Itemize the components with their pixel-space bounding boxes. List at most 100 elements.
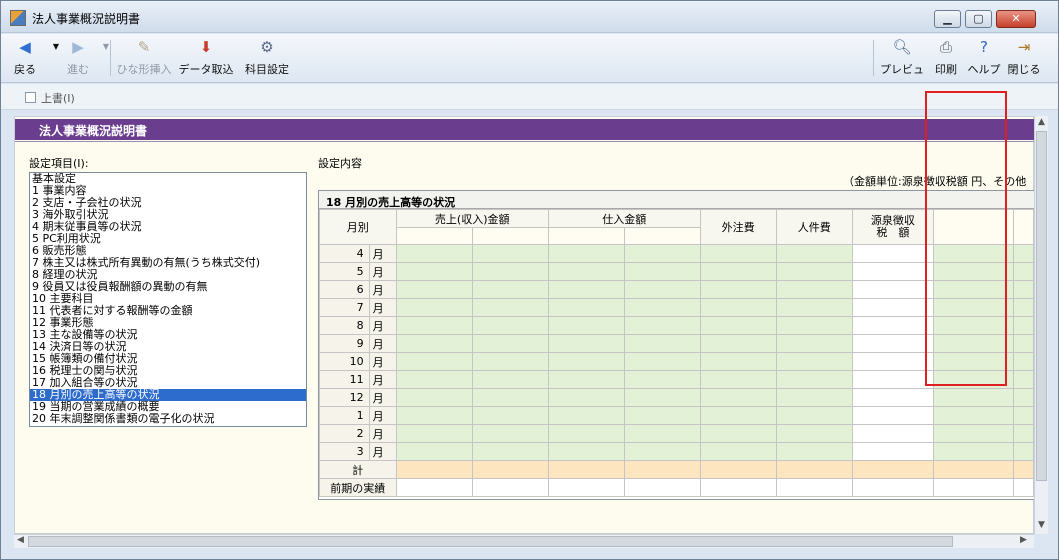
withholding-cell[interactable]	[851, 370, 935, 389]
purchase-cell[interactable]	[547, 352, 625, 371]
outsourcing-cell[interactable]	[699, 442, 777, 461]
extra-cell[interactable]	[932, 442, 1015, 461]
extra-cell-2[interactable]	[1013, 442, 1034, 461]
purchase-cell[interactable]	[623, 262, 701, 281]
extra-cell[interactable]	[932, 244, 1015, 263]
purchase-cell[interactable]	[623, 298, 701, 317]
withholding-cell[interactable]	[851, 334, 935, 353]
purchase-cell[interactable]	[547, 406, 625, 425]
purchase-cell[interactable]	[547, 244, 625, 263]
outsourcing-cell[interactable]	[699, 316, 777, 335]
extra-cell-2[interactable]	[1013, 316, 1034, 335]
personnel-cell[interactable]	[775, 316, 853, 335]
horizontal-scrollbar[interactable]: ◀ ▶	[14, 534, 1034, 548]
purchase-cell[interactable]	[623, 442, 701, 461]
overwrite-checkbox[interactable]	[25, 92, 36, 103]
previous-period-row-cell[interactable]	[395, 478, 473, 497]
total-row-cell[interactable]	[851, 460, 935, 479]
purchase-cell[interactable]	[623, 244, 701, 263]
withholding-cell[interactable]	[851, 424, 935, 443]
previous-period-row-cell[interactable]	[775, 478, 853, 497]
total-row-cell[interactable]	[775, 460, 853, 479]
purchase-cell[interactable]	[623, 388, 701, 407]
purchase-cell[interactable]	[623, 280, 701, 299]
personnel-cell[interactable]	[775, 406, 853, 425]
purchase-cell[interactable]	[547, 298, 625, 317]
withholding-cell[interactable]	[851, 280, 935, 299]
sales-cell[interactable]	[395, 280, 473, 299]
sales-cell[interactable]	[395, 370, 473, 389]
extra-cell[interactable]	[932, 262, 1015, 281]
outsourcing-cell[interactable]	[699, 244, 777, 263]
withholding-cell[interactable]	[851, 406, 935, 425]
sales-cell[interactable]	[471, 280, 549, 299]
personnel-cell[interactable]	[775, 442, 853, 461]
purchase-cell[interactable]	[623, 406, 701, 425]
extra-cell-2[interactable]	[1013, 406, 1034, 425]
vertical-scroll-thumb[interactable]	[1036, 131, 1047, 481]
preview-button[interactable]: 🔍︎ プレビュー	[877, 38, 927, 92]
print-button[interactable]: ⎙ 印刷	[931, 38, 961, 80]
outsourcing-cell[interactable]	[699, 406, 777, 425]
minimize-button[interactable]: ▁	[934, 10, 961, 28]
personnel-cell[interactable]	[775, 298, 853, 317]
sales-cell[interactable]	[471, 424, 549, 443]
extra-cell-2[interactable]	[1013, 262, 1034, 281]
purchase-cell[interactable]	[547, 370, 625, 389]
withholding-cell[interactable]	[851, 298, 935, 317]
forward-dropdown[interactable]: ▼	[96, 38, 109, 80]
horizontal-scroll-thumb[interactable]	[28, 536, 953, 547]
outsourcing-cell[interactable]	[699, 424, 777, 443]
extra-cell[interactable]	[932, 334, 1015, 353]
personnel-cell[interactable]	[775, 334, 853, 353]
personnel-cell[interactable]	[775, 280, 853, 299]
extra-cell[interactable]	[932, 424, 1015, 443]
help-button[interactable]: ? ヘルプ	[967, 38, 1001, 80]
personnel-cell[interactable]	[775, 388, 853, 407]
extra-cell-2[interactable]	[1013, 352, 1034, 371]
withholding-cell[interactable]	[851, 388, 935, 407]
extra-cell-2[interactable]	[1013, 298, 1034, 317]
sales-cell[interactable]	[395, 316, 473, 335]
outsourcing-cell[interactable]	[699, 370, 777, 389]
account-setting-button[interactable]: ⚙ 科目設定	[239, 38, 295, 80]
withholding-cell[interactable]	[851, 442, 935, 461]
total-row-cell[interactable]	[471, 460, 549, 479]
purchase-cell[interactable]	[623, 370, 701, 389]
purchase-cell[interactable]	[547, 262, 625, 281]
extra-cell[interactable]	[932, 370, 1015, 389]
sales-cell[interactable]	[395, 406, 473, 425]
sales-cell[interactable]	[471, 244, 549, 263]
settings-item-list[interactable]: 基本設定 1 事業内容 2 支店・子会社の状況 3 海外取引状況 4 期末従事員等の状況…	[29, 172, 307, 427]
sales-cell[interactable]	[395, 244, 473, 263]
purchase-cell[interactable]	[547, 316, 625, 335]
purchase-cell[interactable]	[547, 424, 625, 443]
sales-cell[interactable]	[395, 442, 473, 461]
extra-cell-2[interactable]	[1013, 388, 1034, 407]
settings-list-item[interactable]: 20 年末調整関係書類の電子化の状況	[30, 413, 306, 425]
extra-cell-2[interactable]	[1013, 244, 1034, 263]
sales-cell[interactable]	[471, 370, 549, 389]
total-row-cell[interactable]	[395, 460, 473, 479]
sales-cell[interactable]	[395, 352, 473, 371]
sales-cell[interactable]	[471, 298, 549, 317]
sales-cell[interactable]	[395, 388, 473, 407]
purchase-cell[interactable]	[623, 334, 701, 353]
sales-cell[interactable]	[395, 262, 473, 281]
purchase-cell[interactable]	[623, 352, 701, 371]
previous-period-row-cell[interactable]	[471, 478, 549, 497]
withholding-cell[interactable]	[851, 262, 935, 281]
sales-cell[interactable]	[395, 298, 473, 317]
purchase-cell[interactable]	[623, 316, 701, 335]
total-row-cell[interactable]	[699, 460, 777, 479]
previous-period-row-cell[interactable]	[547, 478, 625, 497]
extra-cell-2[interactable]	[1013, 370, 1034, 389]
restore-button[interactable]: ▢	[965, 10, 992, 28]
purchase-cell[interactable]	[547, 334, 625, 353]
purchase-cell[interactable]	[547, 442, 625, 461]
extra-cell-2[interactable]	[1013, 280, 1034, 299]
sales-cell[interactable]	[471, 334, 549, 353]
purchase-cell[interactable]	[547, 280, 625, 299]
extra-cell[interactable]	[932, 352, 1015, 371]
sales-cell[interactable]	[395, 424, 473, 443]
